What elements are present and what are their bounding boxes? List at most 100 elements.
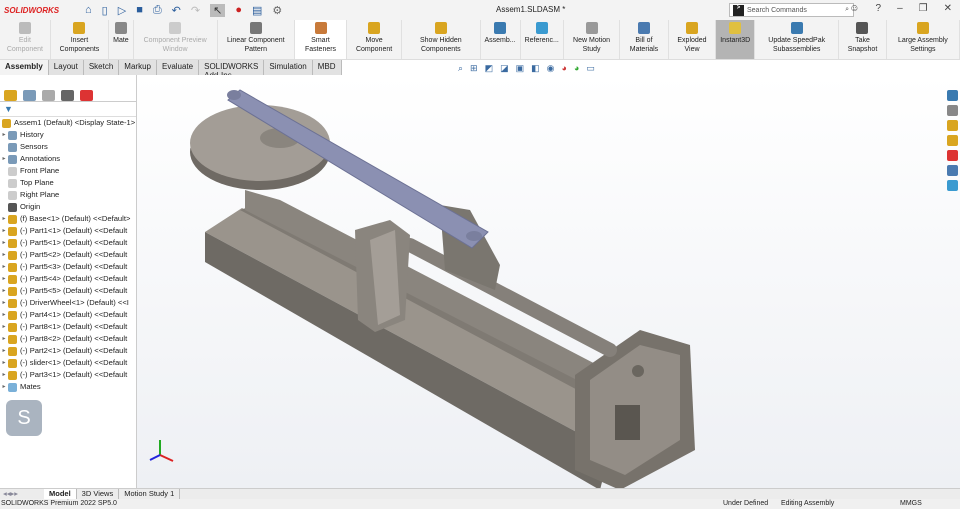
expand-arrow-icon[interactable]: ▸ [0, 309, 8, 321]
display-style-icon[interactable]: ◧ [531, 63, 540, 74]
minimize-button[interactable]: – [897, 3, 903, 14]
tree-item[interactable]: ▸ (-) Part8<2> (Default) <<Default [0, 333, 136, 345]
bottom-tab-model[interactable]: Model [44, 489, 77, 499]
tree-item[interactable]: ▸ (-) Part8<1> (Default) <<Default [0, 321, 136, 333]
ribbon-button-exploded-view[interactable]: Exploded View [669, 20, 717, 59]
tree-item[interactable]: Front Plane [0, 165, 136, 177]
ribbon-button-large-assembly-settings[interactable]: Large Assembly Settings [887, 20, 960, 59]
expand-arrow-icon[interactable]: ▸ [0, 153, 8, 165]
resources-icon[interactable] [946, 90, 958, 101]
search-commands-input[interactable]: > Search Commands ⌕ [729, 3, 854, 17]
previous-view-icon[interactable]: ◩ [485, 63, 494, 74]
ribbon-button-linear-component-pattern[interactable]: Linear Component Pattern [218, 20, 295, 59]
appearance-icon[interactable]: ◕ [562, 63, 567, 74]
expand-arrow-icon[interactable]: ▸ [0, 225, 8, 237]
ribbon-button-new-motion-study[interactable]: New Motion Study [564, 20, 621, 59]
file-properties-icon[interactable]: ▤ [252, 4, 262, 17]
ribbon-button-instant3d[interactable]: Instant3D [716, 20, 756, 59]
ribbon-button-bill-of-materials[interactable]: Bill of Materials [620, 20, 669, 59]
tab-mbd[interactable]: MBD [312, 60, 342, 75]
view-palette-icon[interactable] [946, 135, 958, 146]
bottom-tab-3d-views[interactable]: 3D Views [77, 489, 120, 499]
ribbon-button-edit-component[interactable]: Edit Component [0, 20, 51, 59]
view-settings-icon[interactable]: ▭ [586, 63, 595, 74]
expand-arrow-icon[interactable]: ▸ [0, 297, 8, 309]
new-document-icon[interactable]: ▯ [102, 4, 108, 17]
expand-arrow-icon[interactable]: ▸ [0, 129, 8, 141]
expand-arrow-icon[interactable]: ▸ [0, 285, 8, 297]
tree-item[interactable]: Origin [0, 201, 136, 213]
select-icon[interactable]: ↖ [210, 3, 226, 17]
ribbon-button-insert-components[interactable]: Insert Components [51, 20, 110, 59]
print-icon[interactable]: ⎙ [153, 4, 162, 17]
tree-root[interactable]: Assem1 (Default) <Display State-1> [0, 117, 136, 129]
tree-item[interactable]: ▸ Annotations [0, 153, 136, 165]
expand-arrow-icon[interactable]: ▸ [0, 369, 8, 381]
expand-arrow-icon[interactable]: ▸ [0, 345, 8, 357]
graphics-area[interactable] [137, 75, 960, 490]
close-button[interactable]: ✕ [944, 3, 952, 14]
expand-arrow-icon[interactable]: ▸ [0, 213, 8, 225]
appearances-icon[interactable] [946, 150, 958, 161]
save-icon[interactable]: ■ [136, 4, 143, 16]
expand-arrow-icon[interactable]: ▸ [0, 333, 8, 345]
expand-arrow-icon[interactable]: ▸ [0, 261, 8, 273]
expand-arrow-icon[interactable]: ▸ [0, 273, 8, 285]
redo-icon[interactable]: ↷ [191, 4, 200, 17]
tree-item[interactable]: ▸ (-) Part5<5> (Default) <<Default [0, 285, 136, 297]
tree-item[interactable]: Top Plane [0, 177, 136, 189]
rebuild-icon[interactable]: ● [235, 4, 242, 16]
view-orientation-icon[interactable]: ▣ [516, 63, 525, 74]
tab-layout[interactable]: Layout [48, 60, 84, 75]
tree-item[interactable]: Sensors [0, 141, 136, 153]
ribbon-button-update-speedpak-subassemblies[interactable]: Update SpeedPak Subassemblies [755, 20, 840, 59]
feature-manager-tab-icon[interactable] [4, 90, 17, 101]
filter-icon[interactable]: ▼ [0, 102, 136, 117]
custom-properties-icon[interactable] [946, 165, 958, 176]
tree-item[interactable]: ▸ (-) Part5<4> (Default) <<Default [0, 273, 136, 285]
tab-scroll-arrows[interactable]: ◂◂▸▸ [0, 489, 44, 499]
ribbon-button-mate[interactable]: Mate [109, 20, 134, 59]
ribbon-button-take-snapshot[interactable]: Take Snapshot [839, 20, 887, 59]
display-manager-tab-icon[interactable] [80, 90, 93, 101]
solidworks-assistant-icon[interactable]: S [6, 400, 42, 436]
undo-icon[interactable]: ↶ [172, 4, 181, 17]
expand-arrow-icon[interactable]: ▸ [0, 237, 8, 249]
tree-item[interactable]: Right Plane [0, 189, 136, 201]
tree-item[interactable]: ▸ (-) Part5<3> (Default) <<Default [0, 261, 136, 273]
hide-show-icon[interactable]: ◉ [547, 63, 555, 74]
tab-evaluate[interactable]: Evaluate [156, 60, 200, 75]
file-explorer-icon[interactable] [946, 120, 958, 131]
section-view-icon[interactable]: ◪ [500, 63, 509, 74]
tree-item[interactable]: ▸ (-) slider<1> (Default) <<Default [0, 357, 136, 369]
tab-solidworks-add-ins[interactable]: SOLIDWORKS Add-Ins [199, 60, 265, 80]
tree-item[interactable]: ▸ History [0, 129, 136, 141]
scene-icon[interactable]: ◕ [574, 63, 579, 74]
property-manager-tab-icon[interactable] [23, 90, 36, 101]
dimxpert-tab-icon[interactable] [61, 90, 74, 101]
assembly-model[interactable] [137, 75, 960, 490]
tree-item[interactable]: ▸ (-) Part5<1> (Default) <<Default [0, 237, 136, 249]
zoom-to-fit-icon[interactable]: ⌕ [458, 63, 463, 74]
open-icon[interactable]: ▷ [118, 4, 126, 17]
ribbon-button-smart-fasteners[interactable]: Smart Fasteners [294, 20, 348, 59]
help-icon[interactable]: ? [876, 3, 882, 14]
tree-item[interactable]: ▸ (f) Base<1> (Default) <<Default> [0, 213, 136, 225]
configuration-manager-tab-icon[interactable] [42, 90, 55, 101]
design-library-icon[interactable] [946, 105, 958, 116]
tree-item[interactable]: ▸ Mates [0, 381, 136, 393]
ribbon-button-assemb-[interactable]: Assemb... [481, 20, 521, 59]
tree-item[interactable]: ▸ (-) Part5<2> (Default) <<Default [0, 249, 136, 261]
expand-arrow-icon[interactable]: ▸ [0, 357, 8, 369]
ribbon-button-move-component[interactable]: Move Component [347, 20, 403, 59]
tab-simulation[interactable]: Simulation [264, 60, 313, 75]
expand-arrow-icon[interactable]: ▸ [0, 321, 8, 333]
user-icon[interactable]: ☺ [849, 3, 859, 14]
ribbon-button-referenc-[interactable]: Referenc... [521, 20, 564, 59]
home-icon[interactable]: ⌂ [85, 4, 92, 16]
tab-assembly[interactable]: Assembly [0, 60, 49, 75]
options-gear-icon[interactable]: ⚙ [272, 4, 282, 17]
expand-arrow-icon[interactable]: ▸ [0, 249, 8, 261]
restore-button[interactable]: ❐ [919, 3, 928, 14]
tree-item[interactable]: ▸ (-) DriverWheel<1> (Default) <<I [0, 297, 136, 309]
